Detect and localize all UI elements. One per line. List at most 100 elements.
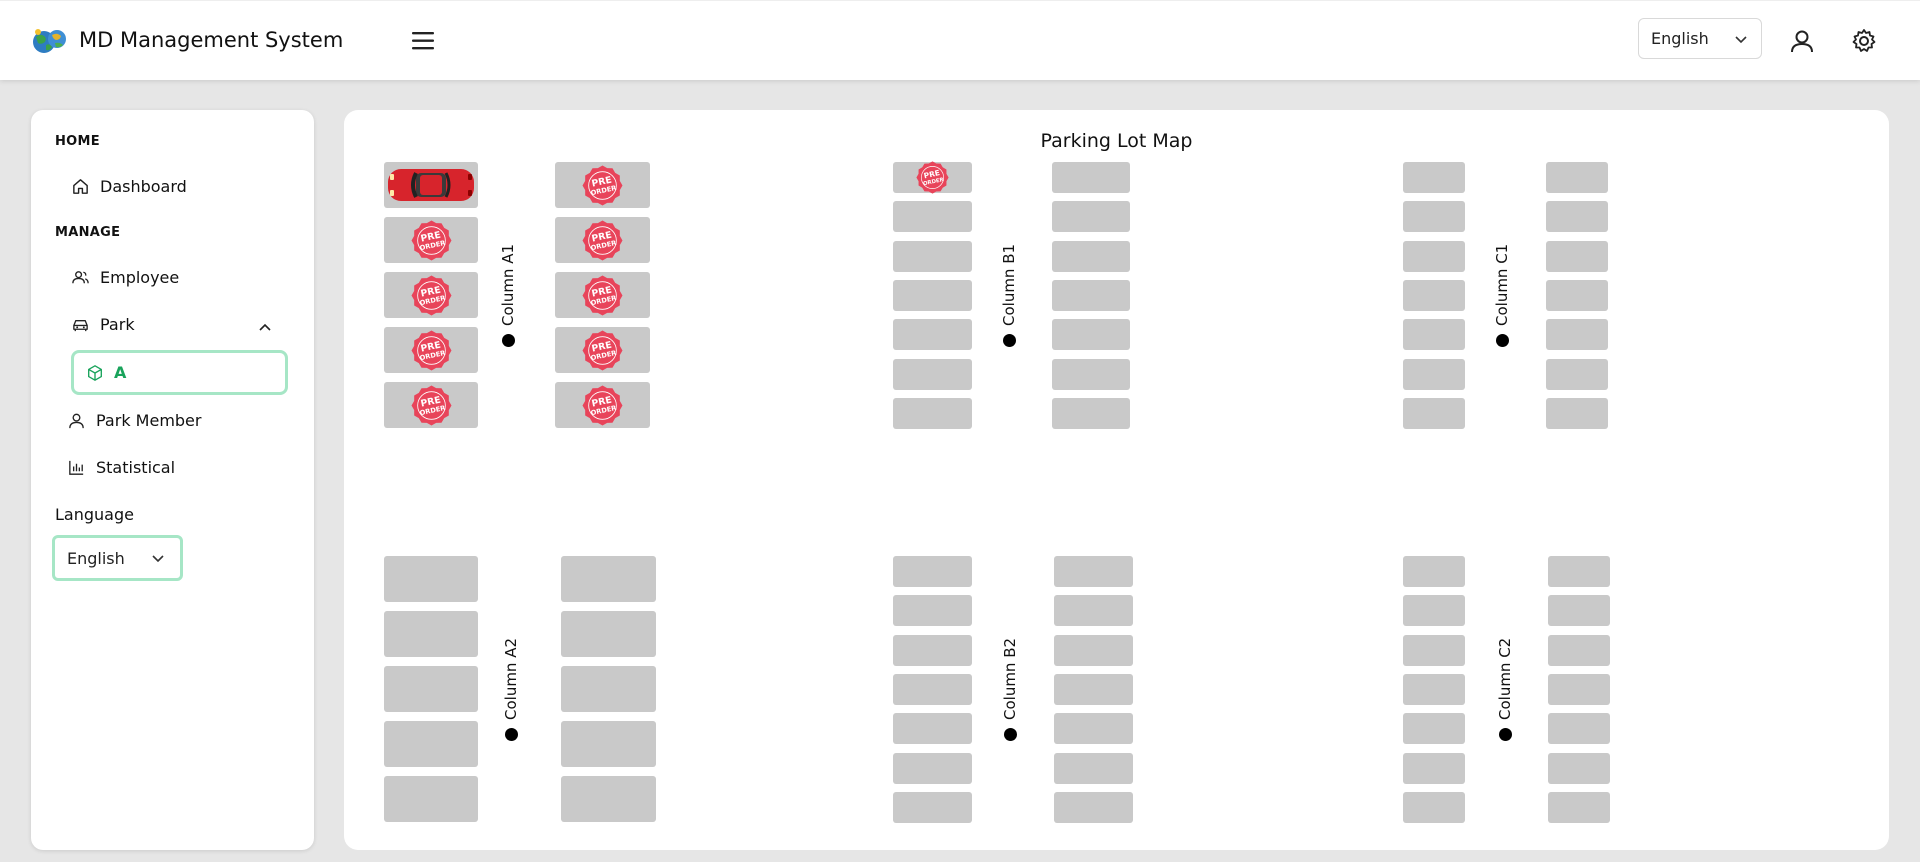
hamburger-menu-icon[interactable] xyxy=(410,29,438,53)
parking-slot[interactable] xyxy=(561,556,656,602)
parking-slot[interactable] xyxy=(1403,752,1465,784)
parking-slot[interactable] xyxy=(1403,595,1465,627)
parking-slot[interactable] xyxy=(1403,201,1465,233)
sidebar-language-select[interactable]: English xyxy=(52,535,183,581)
parking-slot[interactable] xyxy=(893,319,972,351)
parking-slot[interactable] xyxy=(1054,791,1133,823)
parking-slot[interactable] xyxy=(1054,634,1133,666)
parking-slot[interactable] xyxy=(1052,397,1130,429)
parking-slot[interactable] xyxy=(1403,791,1465,823)
pre-order-badge-icon: PREORDER xyxy=(411,330,451,370)
parking-slot[interactable] xyxy=(1546,162,1608,193)
parking-slot[interactable] xyxy=(893,201,972,233)
parking-slot[interactable] xyxy=(893,673,972,705)
parking-slot[interactable]: PRE ORDER xyxy=(384,272,478,318)
home-section-heading: HOME xyxy=(55,134,100,149)
sidebar-item-dashboard[interactable]: Dashboard xyxy=(71,174,187,198)
parking-slot[interactable] xyxy=(1546,358,1608,390)
parking-slot[interactable] xyxy=(1403,358,1465,390)
parking-slot[interactable] xyxy=(1546,397,1608,429)
parking-slot[interactable]: PRE ORDER xyxy=(555,327,650,373)
sidebar: HOME Dashboard MANAGE Employee Park A Pa… xyxy=(31,110,314,850)
parking-slot[interactable] xyxy=(1052,240,1130,272)
parking-slot[interactable] xyxy=(561,611,656,657)
sidebar-item-employee[interactable]: Employee xyxy=(71,265,179,289)
sidebar-item-park[interactable]: Park xyxy=(71,312,135,336)
chevron-up-icon[interactable] xyxy=(257,320,273,336)
parking-slot[interactable] xyxy=(1054,673,1133,705)
parking-slot[interactable] xyxy=(893,279,972,311)
gear-icon[interactable] xyxy=(1850,27,1878,55)
parking-slot[interactable] xyxy=(384,162,478,208)
parking-slot[interactable] xyxy=(893,713,972,745)
parking-slot[interactable] xyxy=(893,556,972,587)
parking-slot[interactable] xyxy=(1546,279,1608,311)
parking-slot[interactable] xyxy=(1403,673,1465,705)
column-marker-dot xyxy=(1498,728,1512,741)
parking-slot[interactable] xyxy=(893,634,972,666)
parking-slot[interactable] xyxy=(1054,595,1133,627)
parking-slot[interactable] xyxy=(1052,279,1130,311)
column-label: Column B2 xyxy=(999,621,1021,741)
header-language-select[interactable]: English xyxy=(1638,18,1762,59)
parking-slot[interactable] xyxy=(384,611,478,657)
parking-slot[interactable] xyxy=(1054,752,1133,784)
user-icon xyxy=(69,413,84,428)
parking-slot[interactable] xyxy=(893,595,972,627)
parking-slot[interactable] xyxy=(1548,634,1610,666)
sidebar-item-statistical[interactable]: Statistical xyxy=(67,455,175,479)
sidebar-item-park-a[interactable]: A xyxy=(71,350,288,395)
parking-slot[interactable] xyxy=(893,358,972,390)
parking-slot[interactable] xyxy=(1403,162,1465,193)
parking-slot[interactable] xyxy=(1548,673,1610,705)
parking-slot[interactable] xyxy=(561,721,656,767)
parking-slot[interactable] xyxy=(561,776,656,822)
parking-slot[interactable] xyxy=(384,556,478,602)
parking-slot[interactable] xyxy=(384,666,478,712)
parking-slot[interactable] xyxy=(1403,279,1465,311)
column-label-text: Column B1 xyxy=(1000,243,1018,326)
parking-slot[interactable] xyxy=(1403,397,1465,429)
parking-slot[interactable]: PRE ORDER xyxy=(555,382,650,428)
sidebar-item-label: A xyxy=(114,363,127,382)
parking-slot[interactable]: PRE ORDER xyxy=(384,217,478,263)
user-profile-icon[interactable] xyxy=(1788,27,1816,55)
parking-slot[interactable] xyxy=(893,397,972,429)
column-marker-dot xyxy=(1003,728,1017,741)
parking-slot[interactable]: PRE ORDER xyxy=(893,161,972,194)
parking-slot[interactable] xyxy=(1403,634,1465,666)
parking-slot[interactable] xyxy=(1546,240,1608,272)
parking-slot[interactable] xyxy=(1054,713,1133,745)
parking-slot[interactable] xyxy=(1054,556,1133,587)
parking-slot[interactable]: PRE ORDER xyxy=(555,272,650,318)
parking-slot[interactable] xyxy=(1403,556,1465,587)
sidebar-item-park-member[interactable]: Park Member xyxy=(67,408,201,432)
parking-slot[interactable]: PRE ORDER xyxy=(384,382,478,428)
parking-slot[interactable] xyxy=(893,791,972,823)
chevron-down-icon xyxy=(152,555,164,563)
parking-slot[interactable] xyxy=(1548,595,1610,627)
parking-slot[interactable] xyxy=(1548,556,1610,587)
parking-slot[interactable] xyxy=(1052,319,1130,351)
parking-slot[interactable] xyxy=(1052,162,1130,193)
parking-slot[interactable] xyxy=(384,776,478,822)
parking-slot[interactable] xyxy=(1052,201,1130,233)
parking-slot[interactable] xyxy=(1052,358,1130,390)
parking-slot[interactable] xyxy=(1403,713,1465,745)
parking-slot[interactable] xyxy=(384,721,478,767)
parking-slot[interactable] xyxy=(1546,319,1608,351)
parking-slot[interactable]: PRE ORDER xyxy=(384,327,478,373)
parking-slot[interactable] xyxy=(1548,713,1610,745)
parking-slot[interactable]: PRE ORDER xyxy=(555,162,650,208)
parking-slot[interactable] xyxy=(561,666,656,712)
parking-slot[interactable] xyxy=(1403,240,1465,272)
column-label-text: Column A2 xyxy=(502,637,520,720)
pre-order-badge-icon: PREORDER xyxy=(582,275,623,315)
parking-slot[interactable] xyxy=(1548,752,1610,784)
parking-slot[interactable] xyxy=(1403,319,1465,351)
parking-slot[interactable] xyxy=(893,752,972,784)
parking-slot[interactable] xyxy=(1548,791,1610,823)
parking-slot[interactable] xyxy=(893,240,972,272)
parking-slot[interactable] xyxy=(1546,201,1608,233)
parking-slot[interactable]: PRE ORDER xyxy=(555,217,650,263)
